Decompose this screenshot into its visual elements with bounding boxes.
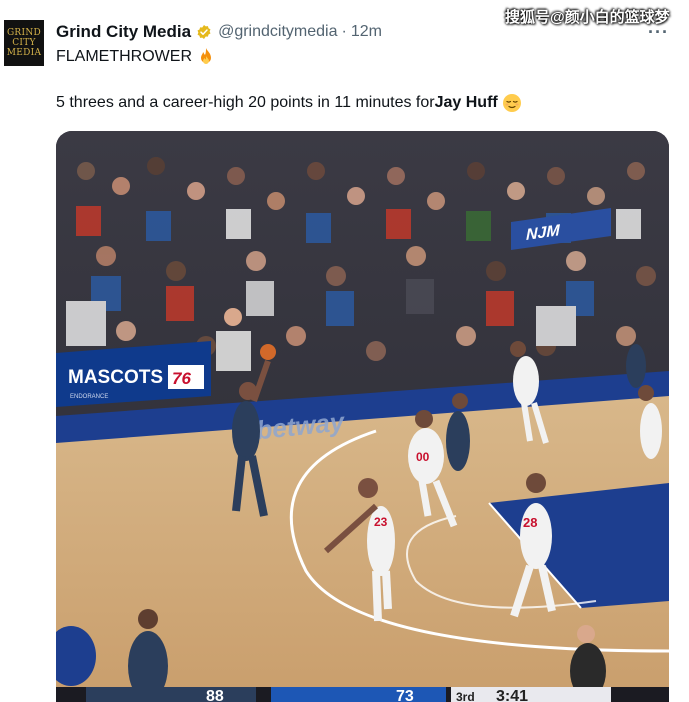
avatar-text-line: GRIND (6, 28, 42, 38)
avatar-text-line: MEDIA (6, 48, 42, 58)
game-period: 3rd (456, 690, 475, 702)
watermark: 搜狐号@颜小白的篮球梦 (505, 9, 670, 26)
scoreboard: 88 73 3rd 3:41 (56, 687, 669, 702)
more-horizontal-icon[interactable]: ··· (648, 22, 669, 43)
video-media[interactable]: NJM MASCOTS ENDORANCE 76 betway 00 23 28… (56, 131, 669, 702)
avatar[interactable]: GRIND CITY MEDIA (4, 20, 44, 66)
basketball-game-frame: NJM MASCOTS ENDORANCE 76 betway 00 23 28… (56, 131, 669, 702)
author-name[interactable]: Grind City Media (56, 22, 191, 42)
score-away: 73 (396, 688, 414, 702)
fire-emoji-icon (201, 48, 211, 64)
author-handle[interactable]: @grindcitymedia (218, 23, 337, 41)
tweet-headline: FLAMETHROWER (56, 48, 192, 65)
game-clock: 3:41 (496, 688, 528, 702)
tweet-body: 5 threes and a career-high 20 points in … (56, 94, 435, 111)
jersey-number: 28 (523, 515, 537, 530)
timestamp[interactable]: 12m (351, 23, 382, 41)
banner-text: MASCOTS (68, 367, 163, 388)
banner-logo: 76 (172, 369, 191, 388)
tweet-header: Grind City Media @grindcitymedia · 12m (56, 20, 382, 44)
jersey-number: 23 (374, 515, 388, 529)
avatar-text-line: CITY (12, 38, 36, 48)
player-name: Jay Huff (434, 94, 498, 111)
verified-badge-icon (197, 25, 211, 39)
jersey-number: 00 (416, 450, 430, 464)
separator: · (341, 23, 347, 40)
score-home: 88 (206, 688, 224, 702)
relieved-face-emoji-icon (502, 94, 521, 112)
banner-subtext: ENDORANCE (70, 394, 108, 400)
tweet-text-line-1: FLAMETHROWER (56, 47, 216, 67)
tweet-text-line-2: 5 threes and a career-high 20 points in … (56, 93, 522, 113)
